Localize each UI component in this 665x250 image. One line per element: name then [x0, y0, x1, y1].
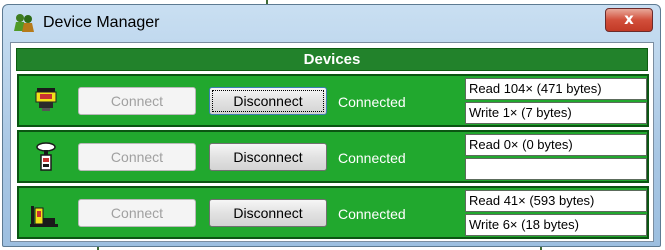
close-icon: x	[624, 10, 634, 28]
disconnect-button[interactable]: Disconnect	[209, 87, 327, 115]
connection-status: Connected	[338, 206, 406, 222]
write-stats: Write 1× (7 bytes)	[465, 102, 647, 124]
read-stats: Read 41× (593 bytes)	[465, 190, 647, 212]
devices-header: Devices	[16, 48, 648, 71]
device-row: Connect Disconnect Connected Read 104× (…	[17, 74, 649, 127]
read-stats: Read 104× (471 bytes)	[465, 78, 647, 100]
title-bar[interactable]: Device Manager x	[3, 5, 660, 41]
device-row: Connect Disconnect Connected Read 0× (0 …	[17, 130, 649, 183]
machine-icon	[30, 206, 58, 227]
app-icon	[14, 14, 34, 32]
window-title: Device Manager	[43, 14, 160, 31]
connect-button[interactable]: Connect	[78, 87, 196, 115]
handheld-device-icon	[36, 142, 56, 171]
close-button[interactable]: x	[605, 8, 653, 32]
connect-button[interactable]: Connect	[78, 143, 196, 171]
device-manager-window: Device Manager x Devices Connect Disconn…	[2, 4, 661, 247]
traffic-stats: Read 0× (0 bytes)	[465, 134, 647, 180]
gps-receiver-icon	[35, 88, 57, 111]
write-stats: Write 6× (18 bytes)	[465, 214, 647, 236]
devices-panel: Devices Connect Disconnect Connected Rea…	[10, 42, 654, 242]
traffic-stats: Read 104× (471 bytes) Write 1× (7 bytes)	[465, 78, 647, 124]
read-stats: Read 0× (0 bytes)	[465, 134, 647, 156]
disconnect-button[interactable]: Disconnect	[209, 199, 327, 227]
connection-status: Connected	[338, 150, 406, 166]
traffic-stats: Read 41× (593 bytes) Write 6× (18 bytes)	[465, 190, 647, 236]
disconnect-button[interactable]: Disconnect	[209, 143, 327, 171]
device-row: Connect Disconnect Connected Read 41× (5…	[17, 186, 649, 239]
write-stats	[465, 158, 647, 180]
connect-button[interactable]: Connect	[78, 199, 196, 227]
connection-status: Connected	[338, 94, 406, 110]
